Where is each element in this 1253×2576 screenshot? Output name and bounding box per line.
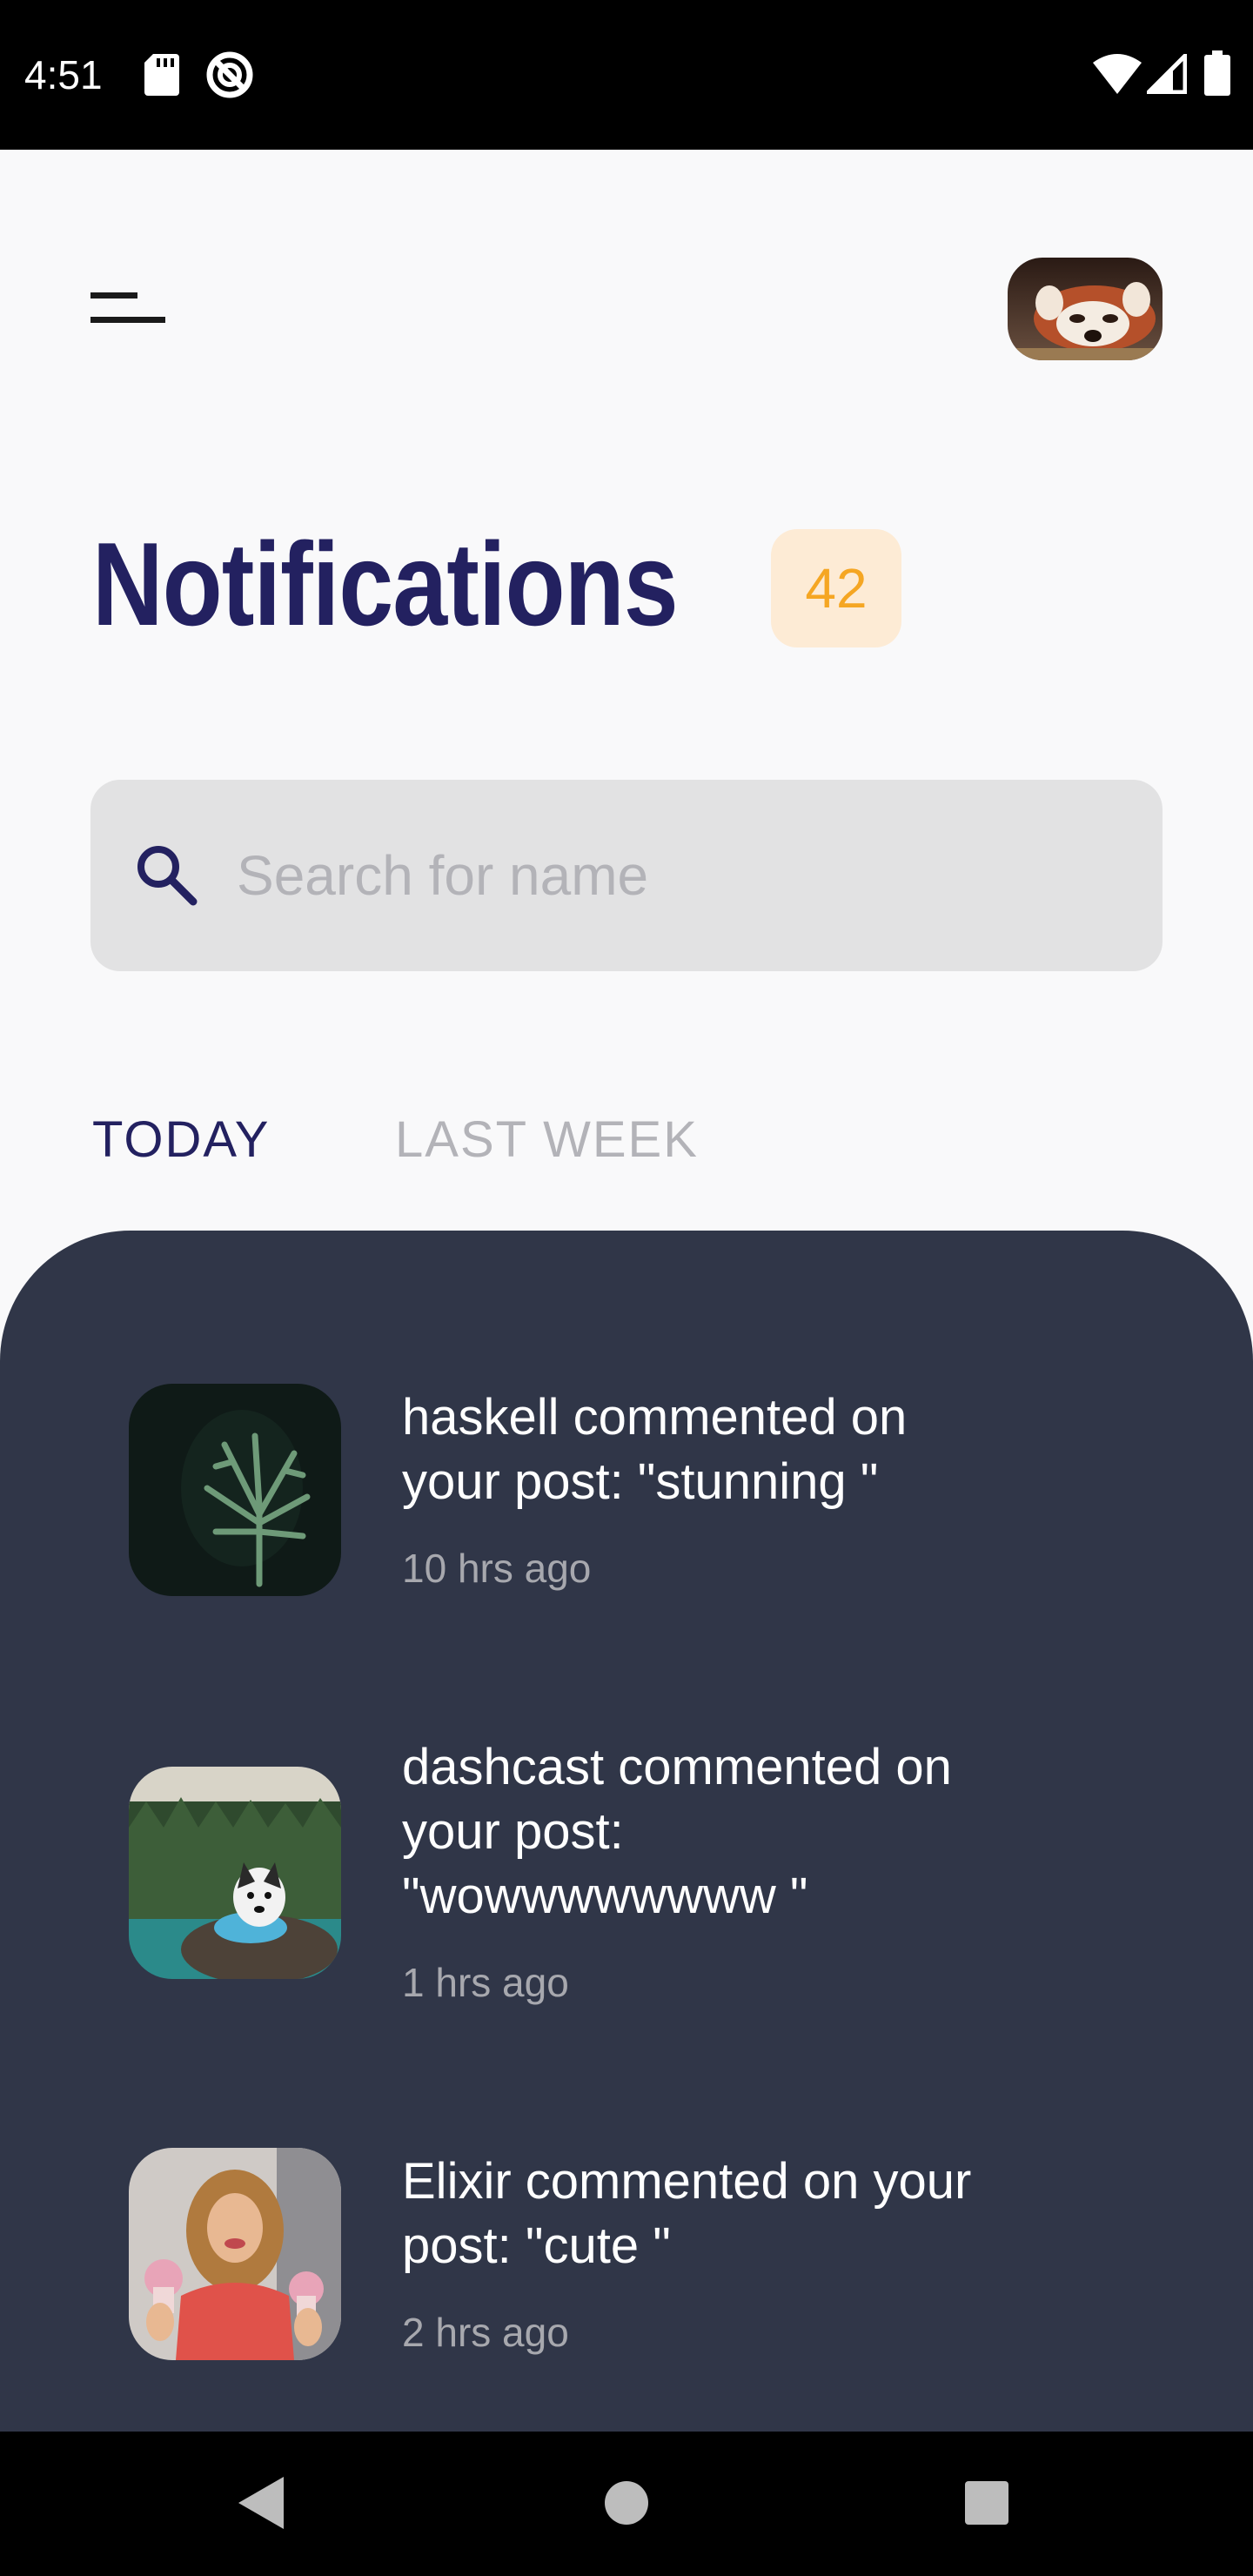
notifications-panel: haskell commented on your post: "stunnin… [0,1231,1253,2432]
notification-thumbnail [129,1384,341,1596]
system-navigation-bar [0,2432,1253,2576]
notification-message: dashcast commented on your post: "wowwww… [402,1739,952,1924]
notification-message: haskell commented on your post: "stunnin… [402,1389,908,1510]
woman-cupcakes-photo [129,2148,341,2360]
tab-last-week[interactable]: LAST WEEK [395,1105,699,1175]
search-bar[interactable] [90,780,1163,971]
cell-signal-icon [1147,54,1187,94]
avatar[interactable] [1008,258,1163,360]
home-icon[interactable] [604,2480,649,2526]
plant-photo [129,1384,341,1596]
sd-card-icon [144,54,179,96]
recents-icon[interactable] [964,2480,1009,2526]
page-title: Notifications [92,518,679,650]
husky-lake-photo [129,1767,341,1979]
notification-time: 10 hrs ago [402,1546,592,1591]
notification-count-badge: 42 [771,529,901,647]
notification-time: 2 hrs ago [402,2310,569,2355]
status-bar: 4:51 [0,0,1253,150]
do-not-disturb-icon [206,51,253,98]
notification-message: Elixir commented on your post: "cute " [402,2153,972,2274]
search-input[interactable] [237,830,1107,921]
battery-icon [1204,50,1230,96]
wifi-icon [1093,54,1142,94]
notification-time: 1 hrs ago [402,1960,569,2005]
search-icon [137,846,198,906]
back-icon[interactable] [237,2475,285,2531]
tab-today[interactable]: TODAY [92,1105,270,1175]
menu-icon[interactable] [90,292,165,327]
status-time: 4:51 [24,52,103,97]
notification-thumbnail [129,2148,341,2360]
red-panda-avatar-image [1008,258,1163,360]
notification-thumbnail [129,1767,341,1979]
